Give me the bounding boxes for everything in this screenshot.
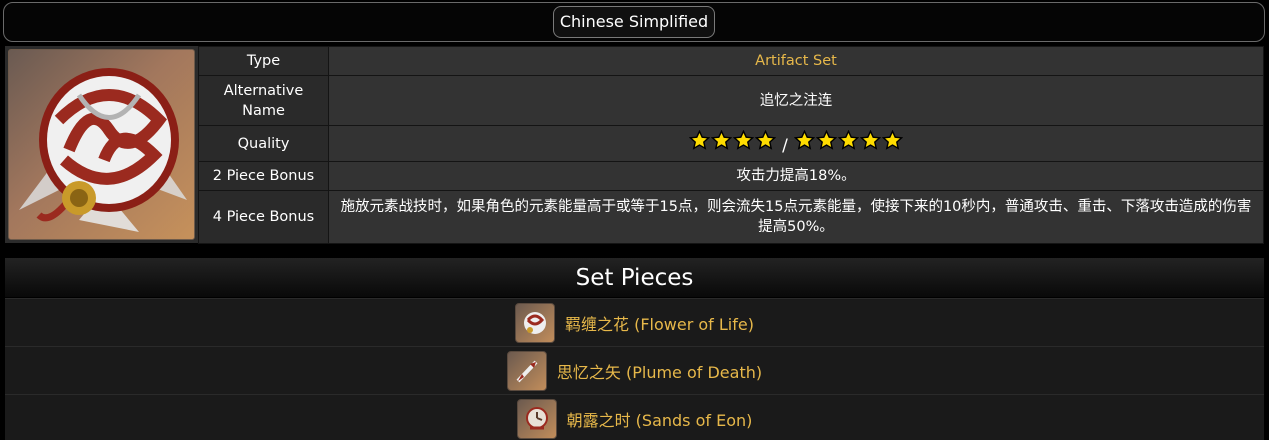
alt-name-value: 追忆之注连 — [328, 75, 1264, 126]
type-value: Artifact Set — [328, 46, 1264, 76]
star-icon — [733, 130, 755, 150]
flower-icon[interactable] — [515, 302, 556, 343]
star-icon — [859, 130, 881, 150]
star-icon — [689, 130, 711, 150]
shimenawa-knot-icon — [19, 68, 187, 232]
star-icon — [881, 130, 903, 150]
star-icon — [755, 130, 777, 150]
star-icon — [711, 130, 733, 150]
artifact-image — [8, 49, 195, 240]
plume-icon[interactable] — [506, 350, 547, 391]
sands-icon[interactable] — [516, 398, 557, 439]
artifact-image-cell — [5, 46, 198, 243]
set-pieces-heading: Set Pieces — [5, 258, 1264, 298]
four-piece-value: 施放元素战技时，如果角色的元素能量高于或等于15点，则会流失15点元素能量，使接… — [328, 190, 1264, 244]
quality-stars-low — [689, 130, 777, 151]
piece-row-plume[interactable]: 思忆之矢 (Plume of Death) — [5, 346, 1264, 394]
quality-value: / — [328, 125, 1264, 162]
quality-stars-high — [793, 130, 903, 151]
type-label: Type — [198, 46, 329, 76]
star-icon — [837, 130, 859, 150]
alt-name-label: Alternative Name — [198, 75, 329, 126]
quality-separator: / — [782, 136, 788, 156]
piece-name-plume[interactable]: 思忆之矢 (Plume of Death) — [557, 359, 762, 383]
two-piece-label: 2 Piece Bonus — [198, 161, 329, 191]
piece-name-sands[interactable]: 朝露之时 (Sands of Eon) — [567, 407, 753, 431]
artifact-info: Type Artifact Set Alternative Name 追忆之注连… — [5, 46, 1264, 244]
language-button[interactable]: Chinese Simplified — [552, 6, 716, 38]
set-pieces-panel: Set Pieces 羁缠之花 (Flower of Life) 思忆之矢 (P… — [5, 258, 1264, 440]
info-table: Type Artifact Set Alternative Name 追忆之注连… — [198, 46, 1264, 244]
quality-label: Quality — [198, 125, 329, 162]
language-bar: Chinese Simplified — [3, 2, 1265, 42]
star-icon — [793, 130, 815, 150]
star-icon — [815, 130, 837, 150]
four-piece-label: 4 Piece Bonus — [198, 190, 329, 244]
piece-row-flower[interactable]: 羁缠之花 (Flower of Life) — [5, 298, 1264, 346]
piece-name-flower[interactable]: 羁缠之花 (Flower of Life) — [565, 311, 754, 335]
two-piece-value: 攻击力提高18%。 — [328, 161, 1264, 191]
piece-row-sands[interactable]: 朝露之时 (Sands of Eon) — [5, 394, 1264, 440]
